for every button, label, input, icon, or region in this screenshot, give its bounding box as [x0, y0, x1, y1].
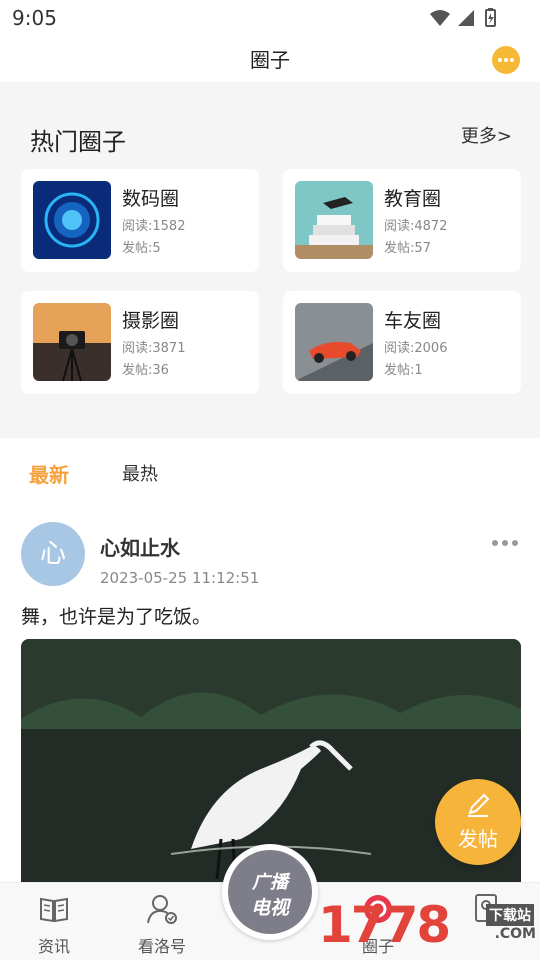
status-time: 9:05 — [12, 6, 57, 30]
circle-thumbnail — [33, 303, 111, 381]
more-options-icon[interactable] — [492, 540, 520, 548]
circle-reads: 阅读:2006 — [384, 341, 448, 356]
circle-posts: 发帖:57 — [384, 241, 431, 256]
battery-icon — [485, 8, 496, 27]
book-icon — [40, 897, 68, 923]
post-text: 舞，也许是为了吃饭。 — [21, 606, 212, 628]
circle-card-car[interactable]: 车友圈 阅读:2006 发帖:1 — [283, 291, 521, 394]
watermark-number: 1778 — [318, 896, 451, 954]
pencil-icon — [468, 793, 490, 817]
circle-card-education[interactable]: 教育圈 阅读:4872 发帖:57 — [283, 169, 521, 272]
circle-reads: 阅读:4872 — [384, 219, 448, 234]
circle-thumbnail — [295, 181, 373, 259]
title-bar: 圈子 — [0, 36, 540, 82]
circle-card-photography[interactable]: 摄影圈 阅读:3871 发帖:36 — [21, 291, 259, 394]
post-timestamp: 2023-05-25 11:12:51 — [100, 569, 260, 587]
circle-posts: 发帖:5 — [122, 241, 161, 256]
circle-reads: 阅读:3871 — [122, 341, 186, 356]
message-button[interactable] — [492, 46, 520, 74]
more-link[interactable]: 更多> — [461, 122, 512, 148]
circle-posts: 发帖:36 — [122, 363, 169, 378]
status-icons — [430, 8, 496, 27]
tab-hot[interactable]: 最热 — [122, 460, 158, 486]
nav-item-kanluo[interactable]: 看洛号 — [108, 883, 216, 960]
hot-circles-heading: 热门圈子 — [30, 128, 126, 156]
tv-label-tv: 电视 — [250, 897, 289, 919]
circle-name: 车友圈 — [384, 310, 442, 332]
watermark-site: 下载站 — [486, 904, 534, 926]
avatar[interactable]: 心 — [21, 522, 85, 586]
tv-label-broadcast: 广播 — [252, 872, 288, 893]
post-author[interactable]: 心如止水 — [100, 532, 180, 561]
circle-card-digital[interactable]: 数码圈 阅读:1582 发帖:5 — [21, 169, 259, 272]
chat-bubble-icon — [498, 58, 514, 62]
nav-label-news: 资讯 — [37, 937, 70, 956]
tv-broadcast-button[interactable]: 广播 电视 — [222, 844, 318, 940]
watermark-domain: .COM — [494, 926, 536, 942]
wifi-icon — [430, 10, 450, 26]
user-check-icon — [147, 895, 177, 924]
page-title: 圈子 — [250, 48, 290, 72]
nav-label-kanluo: 看洛号 — [137, 937, 186, 956]
circle-name: 教育圈 — [384, 188, 442, 210]
tab-latest[interactable]: 最新 — [29, 459, 69, 488]
watermark: 1778 下载站 .COM — [318, 896, 540, 960]
circle-thumbnail — [295, 303, 373, 381]
signal-icon — [458, 10, 474, 26]
circle-name: 摄影圈 — [122, 310, 180, 332]
nav-item-news[interactable]: 资讯 — [0, 883, 108, 960]
new-post-button[interactable]: 发帖 — [435, 779, 521, 865]
hot-circles-section: 热门圈子 更多> 数码圈 阅读:1582 发帖:5 教育圈 阅读:4872 发帖… — [0, 82, 540, 438]
circle-name: 数码圈 — [122, 188, 180, 210]
status-bar: 9:05 — [0, 0, 540, 36]
new-post-label: 发帖 — [458, 827, 498, 851]
circle-thumbnail — [33, 181, 111, 259]
circle-posts: 发帖:1 — [384, 363, 423, 378]
circle-reads: 阅读:1582 — [122, 219, 186, 234]
feed-tabs: 最新 最热 — [0, 438, 540, 502]
tv-broadcast-badge: 广播 电视 — [228, 850, 312, 934]
